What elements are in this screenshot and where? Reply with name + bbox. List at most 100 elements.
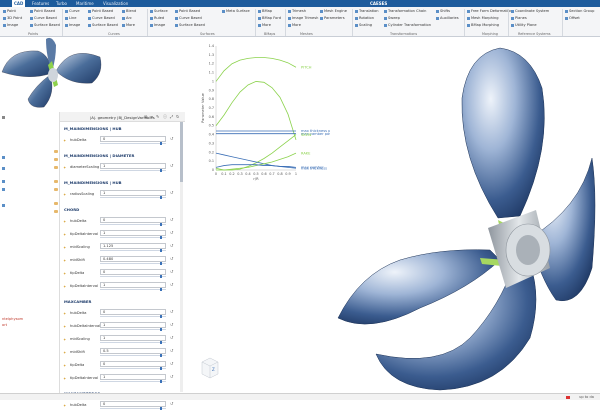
propeller-3d-viewport[interactable]	[330, 38, 600, 393]
parameter-value-input[interactable]: 0	[100, 136, 166, 142]
reset-value-icon[interactable]: ↺	[170, 309, 173, 314]
curve-surface-based-button[interactable]: Surface Based	[88, 23, 118, 27]
point-based-button[interactable]: Point Based	[30, 9, 55, 13]
parameter-slider-handle[interactable]	[160, 169, 162, 172]
parameter-slider[interactable]	[100, 170, 166, 171]
sweep-button[interactable]: Sweep	[384, 16, 400, 20]
surface-curve-based-button[interactable]: Curve Based	[175, 16, 202, 20]
mesh-engine-button[interactable]: Mesh Engine	[320, 9, 347, 13]
parameter-slider-handle[interactable]	[160, 407, 162, 410]
parameter-slider[interactable]	[100, 381, 166, 382]
parameter-slider[interactable]	[100, 263, 166, 264]
translation-button[interactable]: Translation	[355, 9, 379, 13]
ffd-button[interactable]: Free Form Deformation	[467, 9, 512, 13]
tab-maritime[interactable]: Maritime	[76, 1, 94, 6]
reset-value-icon[interactable]: ↺	[170, 401, 173, 406]
bmap-morphing-button[interactable]: BMap Morphing	[467, 23, 499, 27]
object-tree[interactable]: ntelphysom ort	[0, 112, 60, 397]
expand-icon[interactable]: ⤢	[170, 114, 173, 119]
reset-value-icon[interactable]: ↺	[170, 348, 173, 353]
reset-value-icon[interactable]: ↺	[170, 190, 173, 195]
surface-point-based-button[interactable]: Point Based	[175, 9, 200, 13]
parameter-slider[interactable]	[100, 224, 166, 225]
section-header[interactable]: M_MAINDIMENSIONS | DIAMETER	[64, 153, 134, 158]
parameter-value-input[interactable]: 1	[100, 163, 166, 169]
image-curve-button[interactable]: Image	[65, 23, 80, 27]
parameter-value-input[interactable]: 0.5	[100, 348, 166, 354]
reset-value-icon[interactable]: ↺	[170, 335, 173, 340]
parameter-slider-handle[interactable]	[160, 196, 162, 199]
parameter-value-input[interactable]: 1	[100, 322, 166, 328]
view-cube[interactable]: Z	[200, 356, 220, 380]
meta-surface-button[interactable]: Meta Surface	[222, 9, 250, 13]
transformation-chain-button[interactable]: Transformation Chain	[384, 9, 426, 13]
ruled-button[interactable]: Ruled	[150, 16, 164, 20]
more-bmaps-button[interactable]: More	[258, 23, 271, 27]
parameter-value-input[interactable]: 0	[100, 269, 166, 275]
offset-button[interactable]: Offset	[565, 16, 580, 20]
bmap-button[interactable]: BMap	[258, 9, 272, 13]
more-meshes-button[interactable]: More	[288, 23, 301, 27]
rotation-button[interactable]: Rotation	[355, 16, 374, 20]
cylinder-transformation-button[interactable]: Cylinder Transformation	[384, 23, 431, 27]
parameter-slider-handle[interactable]	[160, 262, 162, 265]
tab-features[interactable]: Features	[32, 1, 49, 6]
mesh-morphing-button[interactable]: Mesh Morphing	[467, 16, 499, 20]
info-icon[interactable]: ⓘ	[163, 114, 167, 120]
parameter-value-input[interactable]: 1	[100, 190, 166, 196]
surface-surface-based-button[interactable]: Surface Based	[175, 23, 205, 27]
parameter-value-input[interactable]: 1	[100, 335, 166, 341]
reset-value-icon[interactable]: ↺	[170, 256, 173, 261]
blend-button[interactable]: Blend	[122, 9, 136, 13]
surface-button[interactable]: Surface	[150, 9, 168, 13]
shifts-button[interactable]: Shifts	[436, 9, 450, 13]
curve-based-point-button[interactable]: Curve Based	[30, 16, 57, 20]
section-header[interactable]: MAXCAMBER	[64, 299, 91, 304]
parameter-slider[interactable]	[100, 197, 166, 198]
parameter-slider-handle[interactable]	[160, 275, 162, 278]
refresh-icon[interactable]: ↻	[176, 114, 179, 119]
image-point-button[interactable]: Image	[3, 23, 18, 27]
parameter-slider-handle[interactable]	[160, 367, 162, 370]
parameter-slider-handle[interactable]	[160, 249, 162, 252]
parameter-slider[interactable]	[100, 329, 166, 330]
curve-curve-based-button[interactable]: Curve Based	[88, 16, 115, 20]
curve-point-based-button[interactable]: Point Based	[88, 9, 113, 13]
parameter-slider[interactable]	[100, 342, 166, 343]
parameter-value-input[interactable]: 1.125	[100, 243, 166, 249]
parameter-slider-handle[interactable]	[160, 341, 162, 344]
bmap-ford-button[interactable]: BMap Ford	[258, 16, 281, 20]
parameter-slider[interactable]	[100, 276, 166, 277]
parameter-slider-handle[interactable]	[160, 142, 162, 145]
parameter-value-input[interactable]: 0	[100, 401, 166, 407]
reset-value-icon[interactable]: ↺	[170, 322, 173, 327]
parameter-value-input[interactable]: 0	[100, 361, 166, 367]
reset-value-icon[interactable]: ↺	[170, 136, 173, 141]
point-button[interactable]: Point	[3, 9, 16, 13]
error-indicator-icon[interactable]	[566, 396, 570, 399]
reset-value-icon[interactable]: ↺	[170, 269, 173, 274]
tab-visualization[interactable]: Visualization	[103, 1, 128, 6]
parameter-value-input[interactable]: 0	[100, 309, 166, 315]
parameter-slider[interactable]	[100, 355, 166, 356]
reset-value-icon[interactable]: ↺	[170, 230, 173, 235]
arc-button[interactable]: Arc	[122, 16, 132, 20]
auxiliaries-button[interactable]: Auxiliaries	[436, 16, 459, 20]
parameter-slider[interactable]	[100, 237, 166, 238]
image-trimesh-button[interactable]: Image Trimesh	[288, 16, 318, 20]
scaling-button[interactable]: Scaling	[355, 23, 372, 27]
parameter-slider[interactable]	[100, 408, 166, 409]
reset-value-icon[interactable]: ↺	[170, 361, 173, 366]
reset-value-icon[interactable]: ↺	[170, 163, 173, 168]
panel-scrollbar-thumb[interactable]	[180, 122, 183, 182]
coordinate-system-button[interactable]: Coordinate System	[511, 9, 549, 13]
parameter-slider-handle[interactable]	[160, 236, 162, 239]
parameter-value-input[interactable]: 1	[100, 374, 166, 380]
tree-item[interactable]: ntelphysom	[2, 317, 23, 321]
parameter-slider-handle[interactable]	[160, 354, 162, 357]
utility-plane-button[interactable]: Utility Plane	[511, 23, 537, 27]
trimesh-button[interactable]: Trimesh	[288, 9, 306, 13]
parameter-slider-handle[interactable]	[160, 288, 162, 291]
edit-icon[interactable]: ✎	[156, 114, 159, 119]
image-surface-button[interactable]: Image	[150, 23, 165, 27]
